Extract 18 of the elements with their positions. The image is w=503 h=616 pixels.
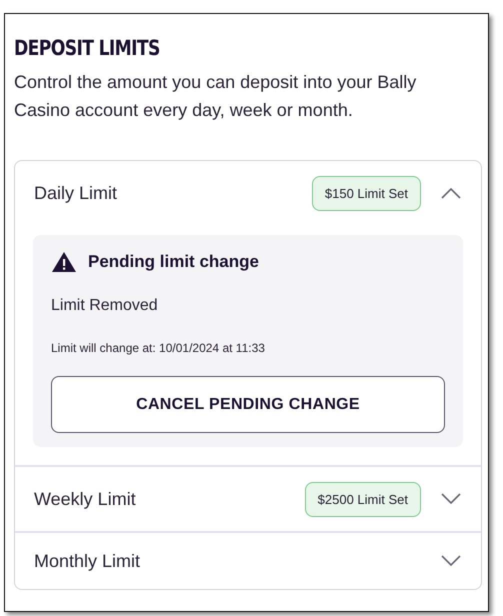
limit-set-badge: $150 Limit Set: [312, 176, 421, 210]
description-text: Control the amount you can deposit into your Bally Casino account every day, week or month.: [14, 71, 418, 122]
limit-set-badge: $2500 Limit Set: [304, 482, 421, 516]
pending-status: Limit Removed: [51, 297, 159, 315]
cancel-pending-change-button[interactable]: CANCEL PENDING CHANGE: [51, 376, 445, 433]
limit-name: Weekly Limit: [34, 488, 137, 510]
limit-row[interactable]: Weekly Limit $2500 Limit Set: [15, 467, 481, 531]
page-title: DEPOSIT LIMITS: [14, 36, 160, 60]
limit-row[interactable]: Daily Limit $150 Limit Set: [15, 161, 481, 225]
limit-name: Daily Limit: [34, 182, 118, 204]
limit-row[interactable]: Monthly Limit: [15, 533, 481, 589]
warning-icon: [51, 251, 77, 273]
change-time-note: Limit will change at: 10/01/2024 at 11:33: [51, 341, 266, 355]
chevron-down-icon[interactable]: [441, 555, 461, 567]
chevron-up-icon[interactable]: [441, 187, 461, 199]
pending-title: Pending limit change: [88, 252, 259, 272]
chevron-down-icon[interactable]: [441, 493, 461, 505]
limit-name: Monthly Limit: [34, 550, 142, 572]
